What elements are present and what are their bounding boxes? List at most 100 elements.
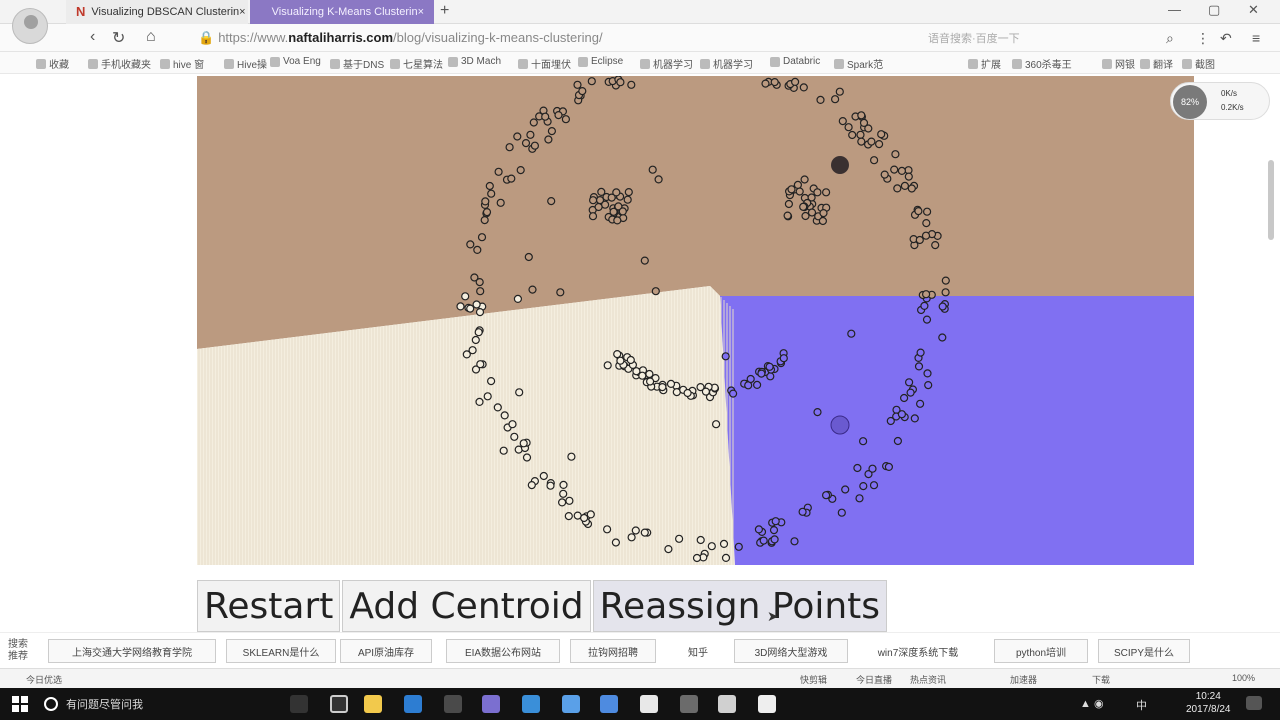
- search-recommend-item[interactable]: EIA数据公布网站: [446, 639, 560, 663]
- scrollbar-thumb[interactable]: [1268, 160, 1274, 240]
- data-point: [884, 462, 894, 471]
- search-recommend-item[interactable]: SKLEARN是什么: [226, 639, 336, 663]
- data-point: [838, 116, 847, 126]
- url-domain: naftaliharris.com: [288, 30, 394, 45]
- start-button[interactable]: [12, 696, 28, 712]
- search-recommend-item[interactable]: win7深度系统下载: [860, 639, 976, 663]
- bookmark-item[interactable]: 手机收藏夹: [88, 56, 151, 71]
- status-item[interactable]: 加速器: [1010, 673, 1037, 686]
- browser-icon[interactable]: [522, 695, 540, 713]
- bookmark-item[interactable]: Hive操: [224, 56, 267, 71]
- bookmark-item[interactable]: 扩展: [968, 56, 1001, 71]
- bookmark-item[interactable]: Spark范: [834, 56, 883, 71]
- bookmark-item[interactable]: Voa Eng: [270, 56, 321, 67]
- restart-button[interactable]: Restart: [197, 580, 341, 632]
- network-monitor[interactable]: 82% 0K/s 0.2K/s: [1170, 82, 1270, 120]
- data-point: [813, 408, 822, 417]
- cortana-search[interactable]: 有问题尽管问我: [44, 692, 284, 716]
- bookmark-item[interactable]: 3D Mach: [448, 56, 501, 67]
- data-point: [897, 166, 907, 176]
- bookmark-item[interactable]: 机器学习: [640, 56, 693, 71]
- system-clock[interactable]: 10:24 2017/8/24: [1186, 690, 1231, 716]
- menu-icon[interactable]: ≡: [1252, 30, 1260, 46]
- app-icon-3[interactable]: [680, 695, 698, 713]
- bookmark-item[interactable]: 翻译: [1140, 56, 1173, 71]
- data-point: [799, 202, 808, 211]
- user-avatar[interactable]: [12, 8, 48, 44]
- search-recommend-item[interactable]: 拉钩网招聘: [570, 639, 656, 663]
- data-point: [897, 410, 907, 419]
- edge-icon[interactable]: [404, 695, 422, 713]
- bookmark-item[interactable]: 收藏: [36, 56, 69, 71]
- home-button[interactable]: ⌂: [146, 28, 156, 46]
- data-point: [938, 333, 947, 342]
- undo-icon[interactable]: ↶: [1220, 30, 1232, 47]
- kmeans-visualization[interactable]: [197, 76, 1194, 565]
- data-point: [567, 452, 576, 461]
- network-tray-icon[interactable]: ▲ ◉: [1080, 697, 1104, 710]
- centroid-blue[interactable]: [830, 415, 850, 435]
- add-centroid-button[interactable]: Add Centroid: [342, 580, 591, 632]
- bookmark-item[interactable]: Eclipse: [578, 56, 623, 67]
- status-item[interactable]: 热点资讯: [910, 673, 946, 686]
- search-recommend-item[interactable]: python培训: [994, 639, 1088, 663]
- data-point: [578, 87, 587, 96]
- minimize-button[interactable]: —: [1168, 2, 1181, 17]
- app-icon[interactable]: [482, 695, 500, 713]
- app-icon-2[interactable]: [640, 695, 658, 713]
- data-point: [461, 292, 470, 301]
- tab-kmeans[interactable]: Visualizing K-Means Clusterin ×: [250, 0, 434, 24]
- back-button[interactable]: ‹: [90, 28, 95, 46]
- data-point: [924, 381, 933, 390]
- status-item[interactable]: 今日直播: [856, 673, 892, 686]
- tab-dbscan[interactable]: N Visualizing DBSCAN Clusterin ×: [66, 0, 248, 24]
- status-item[interactable]: 100%: [1232, 673, 1255, 683]
- chrome-icon[interactable]: [600, 695, 618, 713]
- tab-close-icon[interactable]: ×: [418, 6, 424, 18]
- search-recommend-item[interactable]: SCIPY是什么: [1098, 639, 1190, 663]
- status-item[interactable]: 快剪辑: [800, 673, 827, 686]
- url-field[interactable]: 🔒 https://www.naftaliharris.com/blog/visu…: [198, 30, 603, 46]
- data-point: [841, 485, 850, 494]
- notification-icon[interactable]: [1246, 696, 1262, 710]
- store-icon[interactable]: [444, 695, 462, 713]
- mic-icon[interactable]: [290, 695, 308, 713]
- data-point: [623, 195, 632, 204]
- bookmark-item[interactable]: Databric: [770, 56, 820, 67]
- data-point: [476, 287, 485, 296]
- status-item[interactable]: 今日优选: [26, 673, 62, 686]
- maximize-button[interactable]: ▢: [1208, 2, 1220, 18]
- app-icon-4[interactable]: [718, 695, 736, 713]
- bookmark-item[interactable]: 360杀毒王: [1012, 56, 1072, 71]
- ime-indicator[interactable]: 中: [1136, 697, 1147, 713]
- file-explorer-icon[interactable]: [364, 695, 382, 713]
- new-tab-button[interactable]: +: [440, 2, 449, 20]
- bookmark-item[interactable]: 截图: [1182, 56, 1215, 71]
- task-view-icon[interactable]: [330, 695, 348, 713]
- search-icon[interactable]: ⌕: [1166, 30, 1174, 47]
- bookmark-item[interactable]: 基于DNS: [330, 56, 384, 71]
- app-icon-5[interactable]: [758, 695, 776, 713]
- data-point: [487, 189, 496, 198]
- search-hint[interactable]: 语音搜索·百度一下: [928, 30, 1020, 46]
- data-point: [526, 130, 535, 139]
- reader-icon[interactable]: ⋮: [1196, 30, 1210, 47]
- status-item[interactable]: 下载: [1092, 673, 1110, 686]
- search-recommend-item[interactable]: 上海交通大学网络教育学院: [48, 639, 216, 663]
- bookmark-item[interactable]: 十面埋伏: [518, 56, 571, 71]
- search-recommend-item[interactable]: 3D网络大型游戏: [734, 639, 848, 663]
- search-recommend-item[interactable]: API原油库存: [340, 639, 432, 663]
- bookmark-item[interactable]: hive 窗: [160, 56, 204, 71]
- tab-close-icon[interactable]: ×: [239, 6, 245, 18]
- refresh-button[interactable]: ↻: [112, 28, 125, 48]
- reassign-points-button[interactable]: Reassign Points: [592, 580, 888, 632]
- bookmark-item[interactable]: 七星算法: [390, 56, 443, 71]
- close-window-button[interactable]: ✕: [1248, 2, 1259, 18]
- bookmark-label: hive 窗: [173, 60, 205, 71]
- centroid-brown[interactable]: [831, 156, 849, 174]
- status-bar: 今日优选 快剪辑 今日直播 热点资讯 加速器 下载 100%: [0, 668, 1280, 688]
- search-recommend-item[interactable]: 知乎: [670, 639, 726, 663]
- vs-icon[interactable]: [562, 695, 580, 713]
- bookmark-item[interactable]: 网银: [1102, 56, 1135, 71]
- bookmark-item[interactable]: 机器学习: [700, 56, 753, 71]
